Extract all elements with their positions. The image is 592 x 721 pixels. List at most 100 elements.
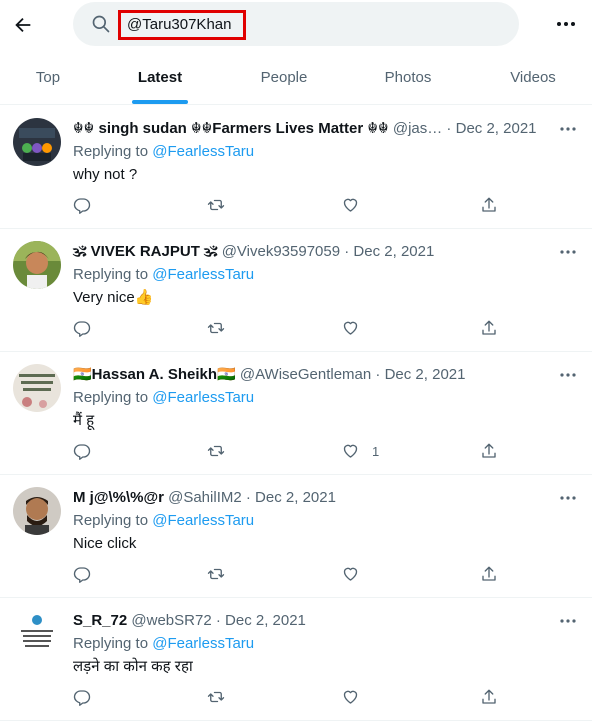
reply-icon bbox=[73, 198, 91, 214]
replying-to: Replying to @FearlessTaru bbox=[73, 511, 254, 531]
avatar[interactable] bbox=[13, 364, 61, 412]
display-name[interactable]: M j@\%\%@r bbox=[73, 489, 164, 506]
tweet-text: why not ? bbox=[73, 166, 138, 183]
reply-icon bbox=[73, 567, 91, 583]
share-button[interactable] bbox=[480, 687, 498, 707]
replying-prefix: Replying to bbox=[73, 266, 149, 283]
tweet-date[interactable]: Dec 2, 2021 bbox=[255, 489, 336, 506]
retweet-button[interactable] bbox=[206, 195, 226, 215]
more-icon bbox=[560, 250, 576, 254]
tab-photos[interactable]: Photos bbox=[360, 56, 456, 104]
more-icon bbox=[560, 127, 576, 131]
tweet-date[interactable]: Dec 2, 2021 bbox=[456, 120, 537, 137]
user-handle[interactable]: @jas… bbox=[393, 120, 442, 137]
retweet-icon bbox=[207, 322, 225, 334]
display-name[interactable]: 🕉 VIVEK RAJPUT 🕉 bbox=[73, 243, 218, 260]
replying-to-link[interactable]: @FearlessTaru bbox=[152, 512, 254, 529]
retweet-button[interactable] bbox=[206, 318, 226, 338]
retweet-button[interactable] bbox=[206, 441, 226, 461]
replying-to-link[interactable]: @FearlessTaru bbox=[152, 635, 254, 652]
share-button[interactable] bbox=[480, 318, 498, 338]
tweet-header: 🇮🇳Hassan A. Sheikh🇮🇳 @AWiseGentleman · D… bbox=[73, 365, 465, 385]
tweet-more-button[interactable] bbox=[558, 611, 578, 631]
tweet[interactable]: S_R_72 @webSR72 · Dec 2, 2021 Replying to… bbox=[0, 597, 592, 721]
like-button[interactable] bbox=[341, 564, 372, 584]
tab-latest[interactable]: Latest bbox=[112, 56, 208, 104]
tweet-date[interactable]: Dec 2, 2021 bbox=[225, 612, 306, 629]
tab-top[interactable]: Top bbox=[0, 56, 96, 104]
tweet-more-button[interactable] bbox=[558, 488, 578, 508]
replying-to-link[interactable]: @FearlessTaru bbox=[152, 143, 254, 160]
reply-icon bbox=[73, 444, 91, 460]
user-handle[interactable]: @SahilIM2 bbox=[168, 489, 242, 506]
replying-prefix: Replying to bbox=[73, 512, 149, 529]
tweet[interactable]: 🕉 VIVEK RAJPUT 🕉 @Vivek93597059 · Dec 2,… bbox=[0, 228, 592, 352]
retweet-icon bbox=[207, 568, 225, 580]
like-icon bbox=[343, 567, 358, 581]
display-name[interactable]: ☬☬ singh sudan ☬☬Farmers Lives Matter ☬☬ bbox=[73, 120, 389, 137]
tweet-date[interactable]: Dec 2, 2021 bbox=[385, 366, 466, 383]
reply-button[interactable] bbox=[73, 687, 91, 707]
retweet-icon bbox=[207, 691, 225, 703]
share-icon bbox=[482, 320, 496, 335]
tweet[interactable]: 🇮🇳Hassan A. Sheikh🇮🇳 @AWiseGentleman · D… bbox=[0, 351, 592, 475]
retweet-button[interactable] bbox=[206, 564, 226, 584]
avatar[interactable] bbox=[13, 610, 61, 658]
replying-to-link[interactable]: @FearlessTaru bbox=[152, 266, 254, 283]
reply-button[interactable] bbox=[73, 564, 91, 584]
like-button[interactable]: 1 bbox=[341, 441, 379, 461]
tweet[interactable]: ☬☬ singh sudan ☬☬Farmers Lives Matter ☬☬… bbox=[0, 105, 592, 229]
share-button[interactable] bbox=[480, 441, 498, 461]
user-handle[interactable]: @AWiseGentleman bbox=[240, 366, 371, 383]
tweet-more-button[interactable] bbox=[558, 119, 578, 139]
avatar[interactable] bbox=[13, 118, 61, 166]
tab-label: Videos bbox=[510, 69, 556, 86]
tweet-text: Nice click bbox=[73, 535, 137, 552]
share-button[interactable] bbox=[480, 564, 498, 584]
like-icon bbox=[343, 321, 358, 335]
tab-label: Photos bbox=[384, 69, 432, 86]
more-options-button[interactable] bbox=[554, 12, 578, 36]
tweet-header: 🕉 VIVEK RAJPUT 🕉 @Vivek93597059 · Dec 2,… bbox=[73, 242, 434, 262]
share-icon bbox=[482, 197, 496, 212]
tweet[interactable]: M j@\%\%@r @SahilIM2 · Dec 2, 2021 Replyi… bbox=[0, 474, 592, 598]
reply-button[interactable] bbox=[73, 195, 91, 215]
display-name[interactable]: 🇮🇳Hassan A. Sheikh🇮🇳 bbox=[73, 366, 236, 383]
retweet-icon bbox=[207, 445, 225, 457]
more-icon bbox=[557, 22, 575, 26]
replying-prefix: Replying to bbox=[73, 143, 149, 160]
like-icon bbox=[343, 690, 358, 704]
avatar[interactable] bbox=[13, 241, 61, 289]
tab-label: Top bbox=[35, 69, 61, 86]
reply-button[interactable] bbox=[73, 441, 91, 461]
share-button[interactable] bbox=[480, 195, 498, 215]
back-button[interactable] bbox=[10, 12, 36, 38]
tweet-date[interactable]: Dec 2, 2021 bbox=[353, 243, 434, 260]
avatar[interactable] bbox=[13, 487, 61, 535]
reply-icon bbox=[73, 690, 91, 706]
active-tab-indicator bbox=[132, 100, 188, 104]
tab-videos[interactable]: Videos bbox=[485, 56, 581, 104]
tweet-more-button[interactable] bbox=[558, 242, 578, 262]
like-button[interactable] bbox=[341, 687, 372, 707]
tweet-more-button[interactable] bbox=[558, 365, 578, 385]
like-button[interactable] bbox=[341, 195, 372, 215]
separator-dot: · bbox=[340, 243, 354, 260]
tab-people[interactable]: People bbox=[236, 56, 332, 104]
like-button[interactable] bbox=[341, 318, 372, 338]
user-handle[interactable]: @Vivek93597059 bbox=[222, 243, 340, 260]
user-handle[interactable]: @webSR72 bbox=[131, 612, 211, 629]
reply-icon bbox=[73, 321, 91, 337]
share-icon bbox=[482, 689, 496, 704]
replying-to: Replying to @FearlessTaru bbox=[73, 265, 254, 285]
separator-dot: · bbox=[241, 489, 256, 506]
reply-button[interactable] bbox=[73, 318, 91, 338]
tab-label: Latest bbox=[137, 69, 183, 86]
replying-to-link[interactable]: @FearlessTaru bbox=[152, 389, 254, 406]
tweet-text: मैं हू bbox=[73, 412, 95, 429]
replying-to: Replying to @FearlessTaru bbox=[73, 388, 254, 408]
retweet-button[interactable] bbox=[206, 687, 226, 707]
display-name[interactable]: S_R_72 bbox=[73, 612, 127, 629]
search-input[interactable]: @Taru307Khan bbox=[118, 10, 246, 40]
more-icon bbox=[560, 496, 576, 500]
